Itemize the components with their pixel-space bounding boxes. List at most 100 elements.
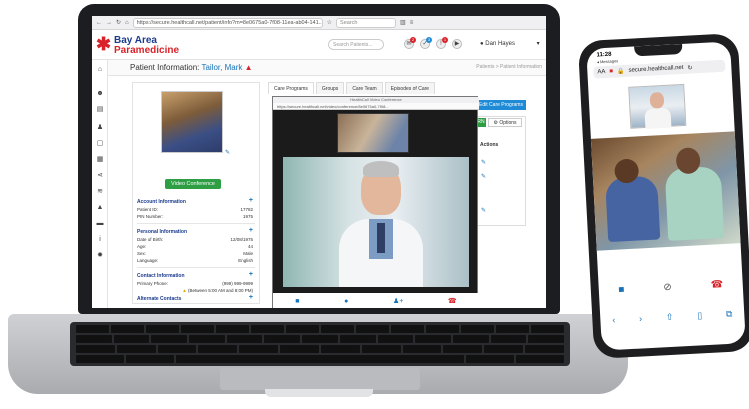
actions-header: Actions xyxy=(480,142,499,148)
add-account-icon[interactable]: + xyxy=(249,197,253,204)
settings-nav-icon[interactable]: ✹ xyxy=(96,252,104,260)
end-call-icon[interactable]: ☎ xyxy=(448,297,457,305)
bookmarks-icon[interactable]: ▯ xyxy=(697,310,703,321)
app-header: ✱ Bay Area Paramedicine Search Patients.… xyxy=(92,30,546,60)
edit-care-programs-button[interactable]: Edit Care Programs xyxy=(476,100,526,110)
share-nav-icon[interactable]: ⋖ xyxy=(96,172,104,180)
personal-info-header: Personal Information xyxy=(137,229,188,235)
folder-nav-icon[interactable]: ▬ xyxy=(96,220,104,228)
patient-card: ✎ Video Conference Account Information +… xyxy=(132,82,260,304)
tasks-icon[interactable]: ✓ 3 xyxy=(420,37,432,49)
address-bar[interactable]: https://secure.healthcall.net/patient/in… xyxy=(132,17,323,28)
edit-photo-icon[interactable]: ✎ xyxy=(225,149,230,156)
menu-icon[interactable]: ≡ xyxy=(410,20,414,26)
warning-icon: ▲ xyxy=(182,288,187,293)
camera-icon[interactable]: ■ xyxy=(295,298,299,305)
camera-icon[interactable]: ■ xyxy=(618,284,625,295)
add-personal-icon[interactable]: + xyxy=(249,227,253,234)
sidebar: ⌂ ☻ ▤ ♟ ▢ ▦ ⋖ ≋ ▲ ▬ i ✹ xyxy=(92,60,108,308)
info-nav-icon[interactable]: i xyxy=(96,236,104,244)
laptop-hinge xyxy=(265,389,373,397)
end-call-icon[interactable]: ☎ xyxy=(710,279,723,291)
options-button[interactable]: ⚙ Options xyxy=(488,118,522,127)
back-icon[interactable]: ‹ xyxy=(612,315,616,325)
patient-photo xyxy=(161,91,223,153)
safari-toolbar: ‹ › ⇧ ▯ ⧉ xyxy=(600,303,745,331)
chevron-down-icon: ▾ xyxy=(536,41,540,47)
patient-name: Tailor, Mark xyxy=(201,63,243,72)
user-menu[interactable]: ● Dan Hayes ▾ xyxy=(480,40,540,47)
wifi-nav-icon[interactable]: ≋ xyxy=(96,188,104,196)
phone-screen: 11:28 ◂ Messages AA ■ 🔒 secure.healthcal… xyxy=(586,41,746,351)
patient-info-bar: Patient Information: Tailor, Mark ▲ Pati… xyxy=(108,60,546,76)
phone-remote-video xyxy=(590,131,741,251)
warning-icon: ▲ xyxy=(244,63,253,72)
bookmark-icon[interactable]: ☆ xyxy=(327,19,332,26)
calendar-nav-icon[interactable]: ▦ xyxy=(96,156,104,164)
lock-icon: 🔒 xyxy=(616,68,625,75)
video-icon[interactable]: ▶ xyxy=(452,39,462,49)
contact-note: ▲ (Between 5:00 AM and 8:00 PM) xyxy=(182,288,253,293)
phone-domain: secure.healthcall.net xyxy=(628,64,684,74)
list-nav-icon[interactable]: ▤ xyxy=(96,106,104,114)
contact-info-header: Contact Information xyxy=(137,273,185,279)
education-nav-icon[interactable]: ▲ xyxy=(96,204,104,212)
mute-icon[interactable]: ⊘ xyxy=(663,281,672,292)
forward-icon[interactable]: › xyxy=(639,313,643,323)
remote-video-feed xyxy=(283,157,469,287)
personal-row: Date of Birth: 12/08/1975 xyxy=(137,237,253,242)
video-controls: ■ ● ♟+ ☎ xyxy=(273,293,479,308)
tab-care-team[interactable]: Care Team xyxy=(346,82,383,94)
contact-row: Primary Phone: (999) 999-9999 xyxy=(137,281,253,286)
tabs-icon[interactable]: ⧉ xyxy=(726,308,733,319)
personal-row: Language: English xyxy=(137,258,253,263)
add-alternate-icon[interactable]: + xyxy=(249,294,253,301)
page-title: Patient Information: Tailor, Mark ▲ xyxy=(130,63,253,72)
document-nav-icon[interactable]: ▢ xyxy=(96,140,104,148)
home-nav-icon[interactable]: ⌂ xyxy=(96,66,104,74)
video-conference-button[interactable]: Video Conference xyxy=(165,179,221,189)
add-contact-icon[interactable]: + xyxy=(249,271,253,278)
smartphone: 11:28 ◂ Messages AA ■ 🔒 secure.healthcal… xyxy=(577,33,749,359)
video-window-url: https://secure.healthcall.net/video/conf… xyxy=(273,103,479,110)
profile-nav-icon[interactable]: ♟ xyxy=(96,124,104,132)
personal-row: Age: 44 xyxy=(137,244,253,249)
add-participant-icon[interactable]: ♟+ xyxy=(393,297,403,305)
edit-icon[interactable]: ✎ xyxy=(481,207,486,214)
tab-groups[interactable]: Groups xyxy=(315,82,345,94)
back-icon[interactable]: ← xyxy=(96,20,102,26)
phone-self-thumbnail xyxy=(628,83,687,129)
library-icon[interactable]: ▥ xyxy=(400,19,406,26)
tab-bar: Care Programs Groups Care Team Episodes … xyxy=(268,82,438,94)
reload-icon[interactable]: ↻ xyxy=(116,19,121,26)
patient-search-input[interactable]: Search Patients... xyxy=(328,39,384,50)
gear-icon: ⚙ xyxy=(493,120,498,126)
edit-icon[interactable]: ✎ xyxy=(481,173,486,180)
alerts-icon[interactable]: ! 1 xyxy=(436,37,448,49)
account-row: PIN Number: 1975 xyxy=(137,214,253,219)
edit-icon[interactable]: ✎ xyxy=(481,159,486,166)
reload-icon[interactable]: ↻ xyxy=(687,64,692,71)
alternate-contacts-header: Alternate Contacts xyxy=(137,296,182,302)
account-info-header: Account Information xyxy=(137,199,186,205)
home-icon[interactable]: ⌂ xyxy=(125,20,129,26)
messages-icon[interactable]: ✉ 2 xyxy=(404,37,416,49)
tab-episodes-of-care[interactable]: Episodes of Care xyxy=(384,82,436,94)
patient-figure xyxy=(604,175,661,243)
tab-care-programs[interactable]: Care Programs xyxy=(268,82,314,94)
browser-toolbar: ← → ↻ ⌂ https://secure.healthcall.net/pa… xyxy=(92,16,546,30)
forward-icon[interactable]: → xyxy=(106,20,112,26)
laptop-screen: ← → ↻ ⌂ https://secure.healthcall.net/pa… xyxy=(92,16,546,308)
patients-nav-icon[interactable]: ☻ xyxy=(96,90,104,98)
back-to-messages[interactable]: ◂ Messages xyxy=(597,58,619,64)
self-video-thumbnail xyxy=(337,113,409,153)
personal-row: Sex: Male xyxy=(137,251,253,256)
account-row: Patient ID: 17782 xyxy=(137,207,253,212)
share-icon[interactable]: ⇧ xyxy=(666,311,674,322)
phone-video-controls: ■ ⊘ ☎ xyxy=(598,273,743,301)
microphone-icon[interactable]: ● xyxy=(344,298,348,305)
breadcrumb: Patients > Patient Information xyxy=(476,64,542,70)
browser-search-input[interactable]: Search xyxy=(336,17,397,28)
phone-clock: 11:28 xyxy=(596,51,612,59)
text-size-button[interactable]: AA xyxy=(597,69,605,75)
